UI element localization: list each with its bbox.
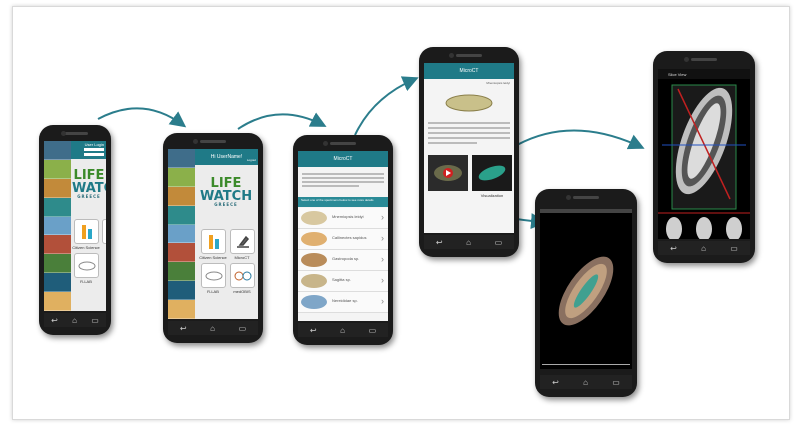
description-text	[428, 119, 510, 149]
specimen-thumb	[301, 274, 327, 288]
chevron-right-icon: ›	[381, 212, 384, 222]
photo-strip	[44, 141, 71, 311]
microct-label: MicroCT	[234, 255, 250, 260]
arrow-3	[354, 76, 419, 136]
logout-link[interactable]: Logout	[247, 158, 256, 162]
android-nav-bar: ↩ ⌂ ▭	[168, 321, 258, 335]
medobis-tile[interactable]	[230, 263, 255, 288]
visualization-label: Visualization	[480, 193, 504, 198]
citizen-science-label: Citizen Science	[199, 255, 227, 260]
specimen-image	[444, 93, 494, 113]
specimen-thumb	[301, 232, 327, 246]
figure-frame: User Login LIFE WATCH GREECE Citizen Sci…	[12, 6, 790, 420]
android-nav-bar: ↩ ⌂ ▭	[44, 313, 106, 327]
android-nav-bar: ↩ ⌂ ▭	[298, 323, 388, 337]
slice-header: Slice View	[658, 69, 750, 79]
android-nav-bar: ↩ ⌂ ▭	[424, 235, 514, 249]
greeting-bar: Hi UserName! Logout	[195, 149, 258, 165]
specimen-thumb	[301, 253, 327, 267]
rlab-tile[interactable]	[201, 263, 226, 288]
specimen-name: Mnemiopsis leidyi	[332, 214, 364, 219]
video-thumbnail[interactable]	[428, 155, 468, 191]
greeting-text: Hi UserName!	[210, 154, 243, 160]
back-icon[interactable]: ↩	[310, 326, 317, 335]
lifewatch-logo: LIFE WATCH GREECE	[72, 168, 106, 199]
microct-header: MicroCT	[298, 151, 388, 167]
photo-strip	[168, 149, 195, 319]
specimen-row[interactable]: Nereididae sp. ›	[298, 292, 388, 313]
visualization-thumbnail[interactable]	[472, 155, 512, 191]
phone-specimen-detail: MicroCT Mnemiopsis leidyi Visualization …	[419, 47, 519, 257]
specimen-name: Callinectes sapidus	[332, 235, 367, 240]
arrow-4	[516, 129, 645, 150]
arrow-2	[237, 112, 327, 130]
citizen-science-tile[interactable]	[201, 229, 226, 254]
android-nav-bar: ↩ ⌂ ▭	[540, 375, 632, 389]
phone-slice-view: Slice View ↩ ⌂ ▭	[653, 51, 755, 263]
home-icon[interactable]: ⌂	[466, 238, 471, 247]
back-icon[interactable]: ↩	[552, 378, 559, 387]
specimen-row[interactable]: Callinectes sapidus ›	[298, 229, 388, 250]
username-field[interactable]	[84, 148, 104, 151]
specimen-list: Mnemiopsis leidyi › Callinectes sapidus › Ga…	[298, 208, 388, 321]
specimen-row[interactable]: Mnemiopsis leidyi ›	[298, 208, 388, 229]
specimen-thumb	[301, 211, 327, 225]
specimen-row[interactable]: Gastropoda sp. ›	[298, 250, 388, 271]
back-icon[interactable]: ↩	[51, 316, 58, 325]
recent-apps-icon[interactable]: ▭	[239, 324, 247, 333]
specimen-thumb	[301, 295, 327, 309]
specimen-name: Gastropoda sp.	[332, 256, 360, 261]
specimen-row[interactable]: Sagitta sp. ›	[298, 271, 388, 292]
medobis-icon	[234, 271, 251, 280]
medobis-label: medOBIS	[233, 289, 251, 294]
phone-home-loggedin: Hi UserName! Logout LIFE WATCH GREECE Ci…	[163, 133, 263, 343]
lifewatch-logo: LIFE WATCH GREECE	[200, 176, 253, 207]
back-icon[interactable]: ↩	[180, 324, 187, 333]
ct-slice-views	[658, 84, 750, 239]
home-icon[interactable]: ⌂	[72, 316, 77, 325]
render-slider[interactable]	[542, 364, 630, 365]
recent-apps-icon[interactable]: ▭	[369, 326, 377, 335]
recent-apps-icon[interactable]: ▭	[730, 244, 738, 253]
chevron-right-icon: ›	[381, 296, 384, 306]
arrow-1	[97, 107, 187, 128]
recent-apps-icon[interactable]: ▭	[495, 238, 503, 247]
phone-3d-render: ↩ ⌂ ▭	[535, 189, 637, 397]
ctenophore-3d-render	[558, 256, 614, 326]
chevron-right-icon: ›	[381, 275, 384, 285]
phone1-right-tiles	[87, 215, 121, 295]
home-icon[interactable]: ⌂	[340, 326, 345, 335]
play-icon	[434, 165, 462, 181]
info-icon	[208, 234, 219, 249]
select-specimen-bar: Select one of the specimens below to see…	[298, 197, 388, 207]
microct-tile[interactable]	[230, 229, 255, 254]
home-icon[interactable]: ⌂	[701, 244, 706, 253]
back-icon[interactable]: ↩	[670, 244, 677, 253]
phone-microct-list: MicroCT Select one of the specimens belo…	[293, 135, 393, 345]
microct-header: MicroCT	[424, 63, 514, 79]
specimen-name: Nereididae sp.	[332, 298, 358, 303]
chevron-right-icon: ›	[381, 233, 384, 243]
home-icon[interactable]: ⌂	[210, 324, 215, 333]
android-nav-bar: ↩ ⌂ ▭	[658, 241, 750, 255]
recent-apps-icon[interactable]: ▭	[612, 378, 620, 387]
home-icon[interactable]: ⌂	[583, 378, 588, 387]
chevron-right-icon: ›	[381, 254, 384, 264]
rlab-label: R-LAB	[207, 289, 219, 294]
password-field[interactable]	[84, 153, 104, 156]
back-icon[interactable]: ↩	[436, 238, 443, 247]
specimen-name: Sagitta sp.	[332, 277, 351, 282]
recent-apps-icon[interactable]: ▭	[91, 316, 99, 325]
back-row[interactable]: Mnemiopsis leidyi	[424, 81, 514, 89]
intro-text-block	[302, 171, 384, 195]
microscope-icon	[236, 235, 249, 248]
rlab-icon	[205, 271, 222, 280]
user-login-label[interactable]: User Login	[85, 142, 104, 147]
